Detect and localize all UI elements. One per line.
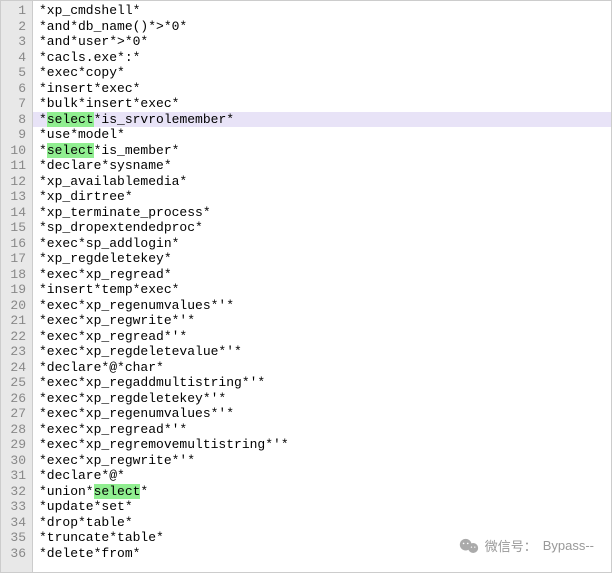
highlighted-word: select <box>47 143 94 158</box>
code-line[interactable]: *insert*temp*exec* <box>33 282 611 298</box>
code-line[interactable]: *exec*xp_regwrite*'* <box>33 453 611 469</box>
line-number: 25 <box>5 375 26 391</box>
line-number: 9 <box>5 127 26 143</box>
code-line[interactable]: *insert*exec* <box>33 81 611 97</box>
watermark-label: 微信号： <box>485 536 537 555</box>
code-line[interactable]: *update*set* <box>33 499 611 515</box>
line-number-gutter: 1234567891011121314151617181920212223242… <box>1 1 33 572</box>
code-line[interactable]: *and*user*>*0* <box>33 34 611 50</box>
highlighted-word: select <box>94 484 141 499</box>
line-number: 36 <box>5 546 26 562</box>
line-number: 5 <box>5 65 26 81</box>
line-number: 1 <box>5 3 26 19</box>
line-number: 10 <box>5 143 26 159</box>
code-line[interactable]: *xp_cmdshell* <box>33 3 611 19</box>
line-number: 17 <box>5 251 26 267</box>
code-line[interactable]: *exec*xp_regenumvalues*'* <box>33 406 611 422</box>
line-number: 26 <box>5 391 26 407</box>
line-number: 13 <box>5 189 26 205</box>
code-line[interactable]: *exec*xp_regread*'* <box>33 422 611 438</box>
line-number: 12 <box>5 174 26 190</box>
code-line[interactable]: *exec*xp_regread*'* <box>33 329 611 345</box>
line-number: 3 <box>5 34 26 50</box>
line-number: 2 <box>5 19 26 35</box>
line-number: 23 <box>5 344 26 360</box>
line-number: 24 <box>5 360 26 376</box>
line-number: 6 <box>5 81 26 97</box>
code-line[interactable]: *sp_dropextendedproc* <box>33 220 611 236</box>
code-line[interactable]: *xp_terminate_process* <box>33 205 611 221</box>
code-line[interactable]: *use*model* <box>33 127 611 143</box>
code-line[interactable]: *select*is_member* <box>33 143 611 159</box>
line-number: 30 <box>5 453 26 469</box>
line-number: 4 <box>5 50 26 66</box>
code-line[interactable]: *xp_regdeletekey* <box>33 251 611 267</box>
code-editor[interactable]: 1234567891011121314151617181920212223242… <box>0 0 612 573</box>
code-line[interactable]: *bulk*insert*exec* <box>33 96 611 112</box>
watermark-value: Bypass-- <box>543 538 594 553</box>
line-number: 20 <box>5 298 26 314</box>
code-line[interactable]: *and*db_name()*>*0* <box>33 19 611 35</box>
code-line[interactable]: *exec*xp_regwrite*'* <box>33 313 611 329</box>
code-line[interactable]: *select*is_srvrolemember* <box>33 112 611 128</box>
line-number: 11 <box>5 158 26 174</box>
code-line[interactable]: *declare*sysname* <box>33 158 611 174</box>
code-line[interactable]: *xp_availablemedia* <box>33 174 611 190</box>
code-line[interactable]: *exec*sp_addlogin* <box>33 236 611 252</box>
line-number: 16 <box>5 236 26 252</box>
code-line[interactable]: *exec*xp_regdeletevalue*'* <box>33 344 611 360</box>
line-number: 35 <box>5 530 26 546</box>
line-number: 32 <box>5 484 26 500</box>
code-line[interactable]: *exec*copy* <box>33 65 611 81</box>
line-number: 7 <box>5 96 26 112</box>
line-number: 15 <box>5 220 26 236</box>
code-line[interactable]: *declare*@*char* <box>33 360 611 376</box>
line-number: 14 <box>5 205 26 221</box>
code-line[interactable]: *exec*xp_regremovemultistring*'* <box>33 437 611 453</box>
code-line[interactable]: *drop*table* <box>33 515 611 531</box>
code-line[interactable]: *exec*xp_regdeletekey*'* <box>33 391 611 407</box>
line-number: 22 <box>5 329 26 345</box>
line-number: 31 <box>5 468 26 484</box>
line-number: 27 <box>5 406 26 422</box>
code-line[interactable]: *declare*@* <box>33 468 611 484</box>
line-number: 28 <box>5 422 26 438</box>
code-line[interactable]: *cacls.exe*:* <box>33 50 611 66</box>
code-area[interactable]: *xp_cmdshell**and*db_name()*>*0**and*use… <box>33 1 611 572</box>
line-number: 18 <box>5 267 26 283</box>
line-number: 29 <box>5 437 26 453</box>
line-number: 8 <box>5 112 26 128</box>
wechat-icon <box>459 538 479 554</box>
code-line[interactable]: *exec*xp_regread* <box>33 267 611 283</box>
line-number: 21 <box>5 313 26 329</box>
code-line[interactable]: *exec*xp_regaddmultistring*'* <box>33 375 611 391</box>
watermark: 微信号： Bypass-- <box>459 536 594 555</box>
code-line[interactable]: *exec*xp_regenumvalues*'* <box>33 298 611 314</box>
line-number: 34 <box>5 515 26 531</box>
code-line[interactable]: *union*select* <box>33 484 611 500</box>
highlighted-word: select <box>47 112 94 127</box>
code-line[interactable]: *xp_dirtree* <box>33 189 611 205</box>
line-number: 19 <box>5 282 26 298</box>
line-number: 33 <box>5 499 26 515</box>
